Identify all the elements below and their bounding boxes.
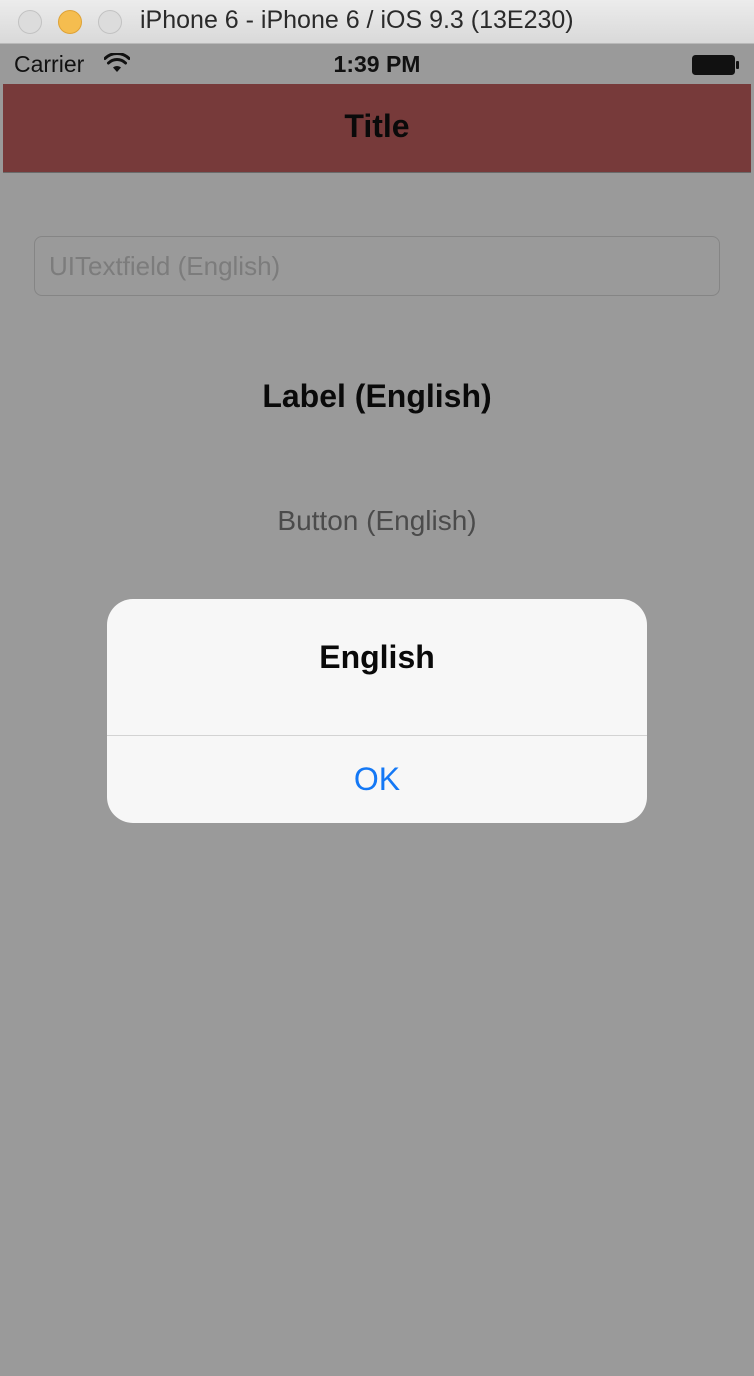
alert-ok-button[interactable]: OK (107, 736, 647, 823)
ios-status-bar: Carrier 1:39 PM (0, 44, 754, 84)
window-titlebar[interactable]: iPhone 6 - iPhone 6 / iOS 9.3 (13E230) (0, 0, 754, 44)
english-button[interactable]: Button (English) (0, 505, 754, 537)
zoom-window-button[interactable] (98, 10, 122, 34)
english-label: Label (English) (262, 378, 492, 414)
english-textfield[interactable]: UITextfield (English) (34, 236, 720, 296)
nav-title: Title (344, 108, 410, 144)
textfield-placeholder: UITextfield (English) (49, 251, 281, 281)
status-time: 1:39 PM (333, 51, 421, 77)
window-title: iPhone 6 - iPhone 6 / iOS 9.3 (13E230) (140, 6, 574, 34)
navigation-bar: Title (3, 84, 751, 173)
close-window-button[interactable] (18, 10, 42, 34)
alert-dialog: English OK (107, 599, 647, 823)
minimize-window-button[interactable] (58, 10, 82, 34)
alert-title: English (319, 639, 435, 675)
battery-icon (692, 55, 739, 75)
simulator-window: iPhone 6 - iPhone 6 / iOS 9.3 (13E230) C… (0, 0, 754, 1376)
